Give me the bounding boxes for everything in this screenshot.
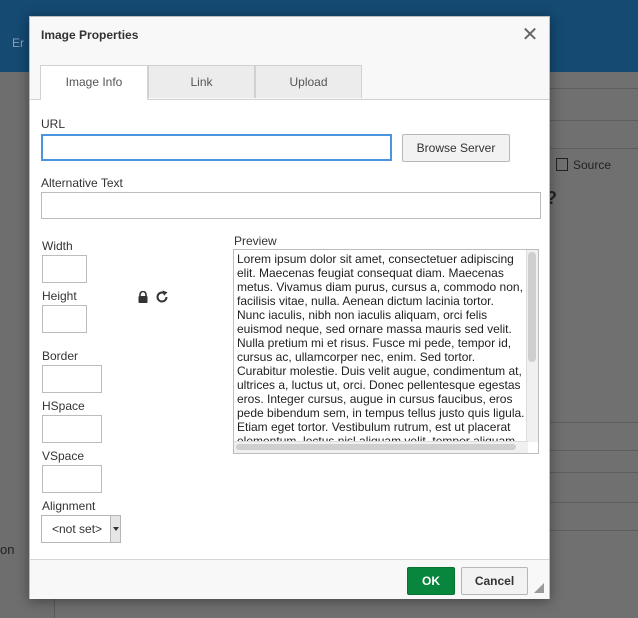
alt-text-input[interactable] bbox=[41, 192, 541, 219]
width-label: Width bbox=[42, 239, 73, 253]
ok-button[interactable]: OK bbox=[407, 567, 455, 595]
border-label: Border bbox=[42, 349, 79, 363]
hspace-label: HSpace bbox=[42, 399, 85, 413]
tab-image-info[interactable]: Image Info bbox=[40, 65, 148, 100]
close-icon[interactable]: ✕ bbox=[519, 23, 541, 47]
dialog-tabs: Image Info Link Upload bbox=[30, 55, 549, 100]
background-source-button: Source bbox=[556, 158, 611, 172]
tab-upload[interactable]: Upload bbox=[255, 65, 362, 98]
alignment-selected-value: <not set> bbox=[52, 522, 103, 536]
hspace-input[interactable] bbox=[42, 415, 102, 443]
background-source-label: Source bbox=[573, 158, 612, 172]
height-label: Height bbox=[42, 289, 77, 303]
alignment-label: Alignment bbox=[42, 499, 96, 513]
source-icon bbox=[556, 158, 568, 171]
background-divider bbox=[548, 450, 638, 451]
reset-size-icon[interactable] bbox=[155, 290, 169, 304]
preview-horizontal-scrollbar[interactable] bbox=[234, 441, 528, 453]
dialog-title: Image Properties bbox=[41, 28, 139, 42]
preview-label: Preview bbox=[234, 234, 277, 248]
alignment-select[interactable]: <not set> bbox=[41, 515, 121, 543]
vspace-input[interactable] bbox=[42, 465, 102, 493]
height-input[interactable] bbox=[42, 305, 87, 333]
tab-link[interactable]: Link bbox=[148, 65, 255, 98]
border-input[interactable] bbox=[42, 365, 102, 393]
scrollbar-thumb[interactable] bbox=[528, 252, 536, 362]
background-fragment-left: on bbox=[0, 542, 15, 557]
resize-handle-icon[interactable] bbox=[534, 583, 544, 593]
background-divider bbox=[548, 530, 638, 531]
chevron-down-icon[interactable] bbox=[110, 516, 120, 542]
browse-server-button[interactable]: Browse Server bbox=[402, 134, 510, 162]
dialog-footer: OK Cancel bbox=[30, 559, 549, 599]
scrollbar-thumb[interactable] bbox=[236, 444, 516, 450]
background-divider bbox=[548, 120, 638, 121]
url-label: URL bbox=[41, 117, 66, 131]
preview-box: Lorem ipsum dolor sit amet, consectetuer… bbox=[233, 249, 539, 454]
alt-text-label: Alternative Text bbox=[41, 176, 123, 190]
vspace-label: VSpace bbox=[42, 449, 85, 463]
background-fragment-text: Er bbox=[12, 36, 24, 50]
background-divider bbox=[548, 422, 638, 423]
width-input[interactable] bbox=[42, 255, 87, 283]
lock-icon[interactable] bbox=[137, 291, 149, 303]
preview-text: Lorem ipsum dolor sit amet, consectetuer… bbox=[237, 252, 525, 442]
background-divider bbox=[548, 502, 638, 503]
cancel-button[interactable]: Cancel bbox=[461, 567, 528, 595]
image-properties-dialog: Image Properties ✕ Image Info Link Uploa… bbox=[29, 16, 550, 599]
preview-vertical-scrollbar[interactable] bbox=[526, 250, 538, 442]
url-input[interactable] bbox=[41, 134, 392, 161]
background-divider bbox=[548, 148, 638, 149]
dialog-header: Image Properties ✕ bbox=[30, 17, 549, 56]
background-divider bbox=[548, 88, 638, 89]
background-divider bbox=[548, 472, 638, 473]
